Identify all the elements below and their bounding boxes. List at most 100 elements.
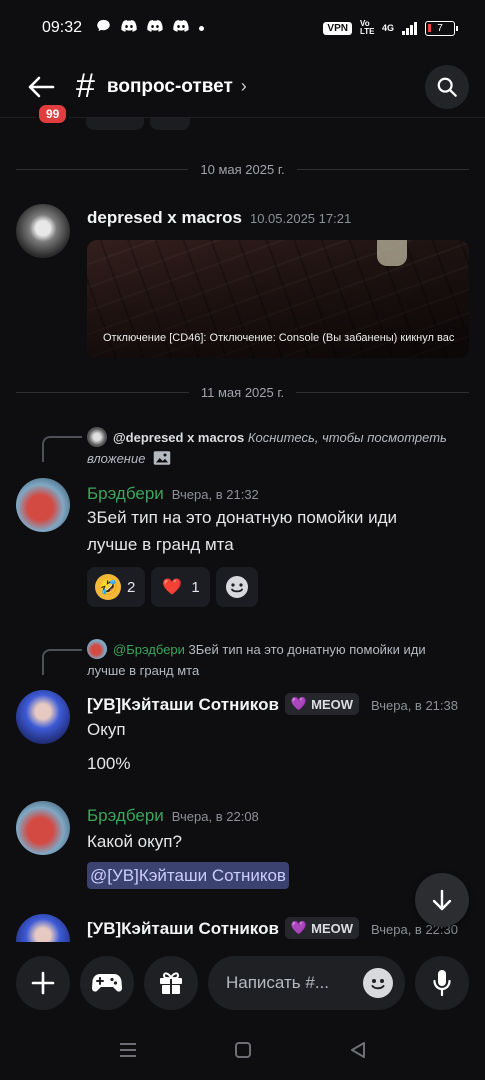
message-header: depresed x macros 10.05.2025 17:21 [87, 208, 351, 228]
discord-notification-icon [173, 19, 189, 38]
date-divider-label: 10 мая 2025 г. [200, 162, 285, 177]
date-divider: 11 мая 2025 г. [16, 385, 470, 400]
reaction-count: 1 [191, 578, 200, 596]
author-name[interactable]: [УВ]Кэйташи Сотников [87, 695, 279, 714]
author-name[interactable]: depresed x macros [87, 208, 242, 227]
recent-apps-icon[interactable] [118, 1041, 138, 1064]
vpn-badge: VPN [323, 21, 352, 35]
voice-message-button[interactable] [415, 956, 469, 1010]
message-input[interactable] [226, 973, 363, 993]
microphone-icon [433, 970, 451, 997]
reply-preview[interactable]: @Брэдбери 3Бей тип на это донатную помой… [87, 639, 467, 681]
message-timestamp: 10.05.2025 17:21 [249, 211, 352, 226]
message-timestamp: Вчера, в 22:08 [171, 809, 259, 824]
status-time: 09:32 [42, 19, 83, 36]
message-list[interactable]: 10 мая 2025 г. depresed x macros 10.05.20… [0, 118, 485, 942]
gamepad-icon [92, 974, 122, 992]
message-header: [УВ]Кэйташи Сотников 💜 MEOW Вчера, в 22:30 [87, 917, 458, 939]
attachment-caption: Отключение [CD46]: Отключение: Console (… [103, 332, 455, 344]
message-timestamp: Вчера, в 21:32 [171, 487, 259, 502]
status-bar: 09:32 VPN Vo LTE 4G 7 [0, 0, 485, 56]
previous-reactions-peek [86, 118, 190, 130]
message-content: Какой окуп? @[УВ]Кэйташи Сотников [87, 828, 289, 889]
avatar[interactable] [16, 478, 70, 532]
author-name[interactable]: [УВ]Кэйташи Сотников [87, 919, 279, 938]
channel-header: 99 # вопрос-ответ › [0, 56, 485, 126]
message-line: Какой окуп? [87, 832, 182, 851]
smile-icon [371, 979, 385, 990]
back-triangle-icon[interactable] [349, 1041, 367, 1064]
avatar[interactable] [16, 690, 70, 744]
reply-text: 3Бей тип на это донатную помойки иди [188, 642, 426, 657]
volte-indicator: Vo LTE [359, 19, 375, 36]
network-type: 4G [381, 23, 394, 33]
message-line: 3Бей тип на это донатную помойки иди [87, 508, 397, 527]
signal-strength-icon [402, 21, 417, 35]
avatar[interactable] [16, 204, 70, 258]
avatar[interactable] [16, 801, 70, 855]
back-button[interactable]: 99 [24, 70, 70, 126]
channel-name[interactable]: вопрос-ответ [107, 76, 233, 98]
message-content: 3Бей тип на это донатную помойки иди луч… [87, 504, 397, 558]
reply-connector [42, 649, 82, 675]
battery-icon: 7 [425, 20, 458, 36]
add-reaction-button[interactable] [215, 567, 258, 607]
message-timestamp: Вчера, в 21:38 [371, 698, 458, 713]
rofl-emoji-icon: 🤣 [95, 574, 121, 600]
reply-connector [42, 436, 82, 462]
home-icon[interactable] [234, 1041, 252, 1064]
arrow-down-icon [432, 889, 452, 911]
search-icon [437, 77, 457, 97]
purple-heart-icon: 💜 [290, 920, 308, 935]
message-input-container[interactable] [208, 956, 405, 1010]
channel-hash-icon: # [76, 67, 95, 105]
message-notification-icon [96, 18, 111, 38]
purple-heart-icon: 💜 [290, 696, 308, 711]
date-divider-label: 11 мая 2025 г. [200, 385, 285, 400]
reaction-rofl[interactable]: 🤣 2 [87, 567, 146, 607]
image-icon [153, 451, 171, 465]
message-line: лучше в гранд мта [87, 535, 234, 554]
author-name[interactable]: Брэдбери [87, 484, 164, 503]
user-mention[interactable]: @[УВ]Кэйташи Сотников [87, 862, 289, 889]
arrow-left-icon [28, 76, 55, 97]
chevron-right-icon[interactable]: › [241, 76, 247, 97]
heart-emoji-icon: ❤️ [162, 579, 183, 596]
reply-author: @depresed x macros [113, 430, 245, 445]
emoji-picker-button[interactable] [363, 968, 393, 998]
discord-notification-icon [147, 19, 163, 38]
gift-icon [160, 972, 182, 994]
reply-avatar [87, 427, 107, 447]
author-name[interactable]: Брэдбери [87, 806, 164, 825]
reply-author: @Брэдбери [113, 642, 185, 657]
reaction-chip[interactable] [86, 118, 144, 130]
more-notifications-dot-icon [199, 25, 205, 31]
reaction-heart[interactable]: ❤️ 1 [151, 567, 210, 607]
reply-preview[interactable]: @depresed x macros Коснитесь, чтобы посм… [87, 427, 467, 469]
activities-button[interactable] [80, 956, 134, 1010]
role-tag-label: MEOW [311, 696, 353, 712]
message-header: Брэдбери Вчера, в 21:32 [87, 484, 259, 504]
reply-text: лучше в гранд мта [87, 663, 200, 678]
plus-icon [31, 971, 55, 995]
date-divider: 10 мая 2025 г. [16, 162, 470, 177]
reaction-count: 2 [127, 578, 136, 596]
avatar[interactable] [16, 914, 70, 942]
role-tag-label: MEOW [311, 920, 353, 936]
reaction-chip[interactable] [150, 118, 190, 130]
image-attachment[interactable]: Отключение [CD46]: Отключение: Console (… [87, 240, 469, 358]
message-line: Окуп [87, 720, 126, 739]
role-tag: 💜 MEOW [284, 917, 359, 939]
message-composer [0, 942, 485, 1024]
add-reaction-icon [225, 576, 248, 598]
jump-to-bottom-button[interactable] [415, 873, 469, 927]
discord-notification-icon [121, 19, 137, 38]
add-attachment-button[interactable] [16, 956, 70, 1010]
search-button[interactable] [425, 64, 469, 109]
battery-level: 7 [437, 22, 443, 34]
role-tag: 💜 MEOW [284, 693, 359, 715]
system-nav-bar [0, 1024, 485, 1080]
message-content: Окуп 100% [87, 716, 130, 777]
message-header: Брэдбери Вчера, в 22:08 [87, 806, 259, 826]
gift-button[interactable] [144, 956, 198, 1010]
